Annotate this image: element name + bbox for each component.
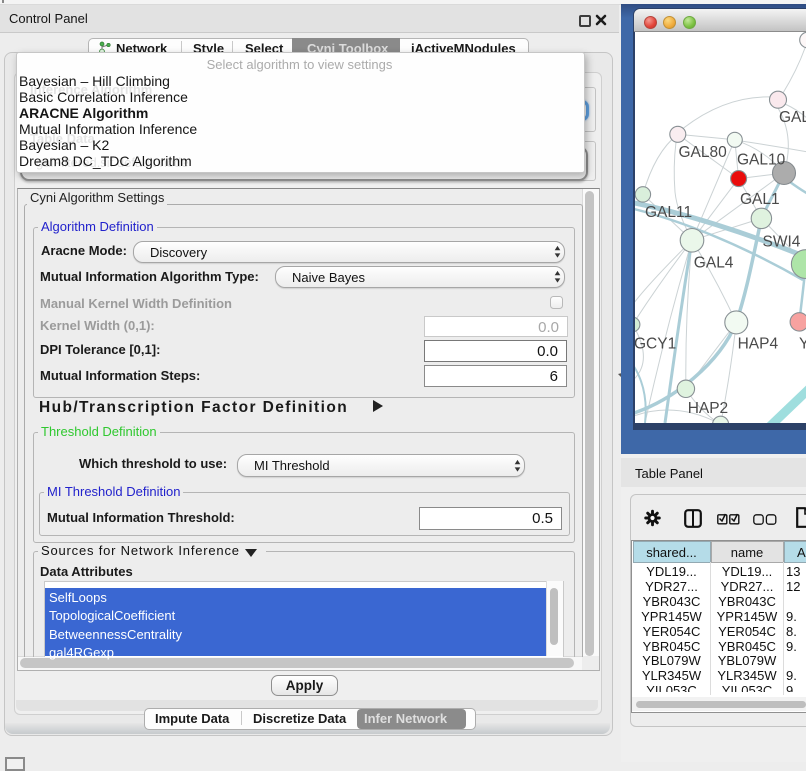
svg-text:HAP2: HAP2 [688, 400, 729, 417]
svg-text:GAL4: GAL4 [694, 255, 734, 272]
svg-text:GCY1: GCY1 [635, 336, 676, 353]
svg-text:GAL1: GAL1 [740, 191, 780, 208]
svg-text:GAL11: GAL11 [645, 204, 692, 221]
svg-text:GAL80: GAL80 [679, 144, 728, 161]
svg-text:GAL10: GAL10 [737, 152, 786, 169]
svg-text:HAP4: HAP4 [738, 336, 779, 353]
svg-text:Y: Y [799, 336, 806, 353]
svg-text:GAL: GAL [779, 109, 806, 126]
svg-text:SWI4: SWI4 [763, 234, 801, 251]
